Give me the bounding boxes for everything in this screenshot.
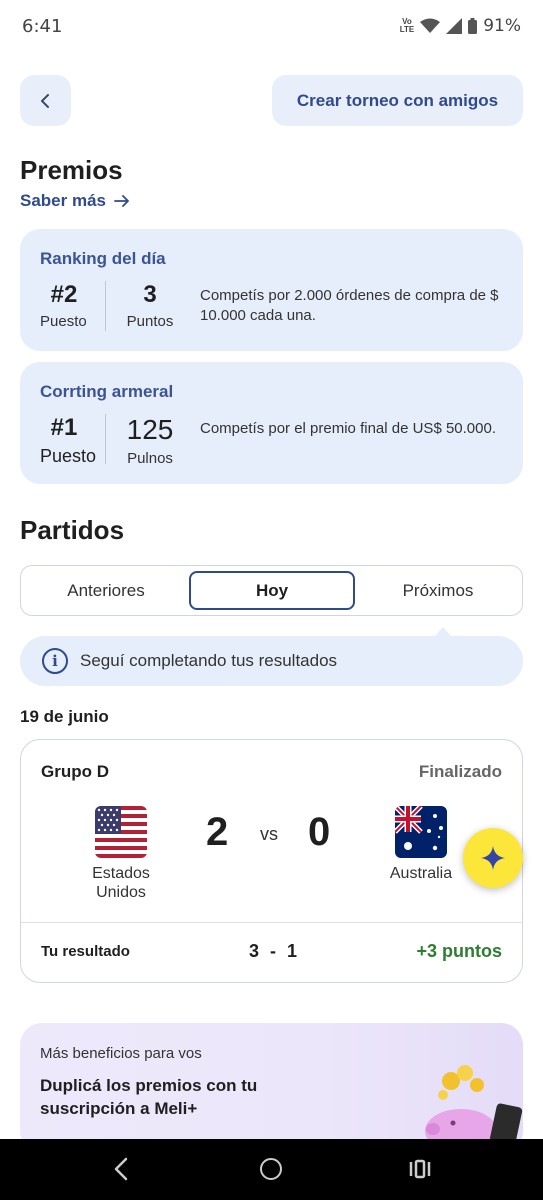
daily-ranking-card[interactable]: Ranking del día #2 Puesto 3 Puntos Compe…	[20, 229, 523, 351]
points-stat: 3 Puntos	[120, 281, 180, 330]
card-label: Corrting armeral	[40, 382, 174, 401]
points-value: 125	[126, 414, 174, 445]
learn-more-label: Saber más	[20, 191, 106, 210]
info-banner: i Seguí completando tus resultados	[20, 636, 523, 686]
position-value: #1	[50, 414, 78, 441]
position-label: Puesto	[40, 313, 87, 330]
back-button[interactable]	[20, 75, 71, 126]
match-tabs: Anteriores Hoy Próximos	[20, 565, 523, 616]
info-icon: i	[42, 648, 68, 674]
vs-label: vs	[260, 824, 278, 844]
general-ranking-card[interactable]: Corrting armeral #1 Puesto 125 Pulnos Co…	[20, 362, 523, 484]
match-card[interactable]: Grupo D Finalizado Estados Unidos 2 vs 0…	[20, 739, 523, 983]
sparkle-fab-button[interactable]	[463, 828, 523, 888]
create-tournament-button[interactable]: Crear torneo con amigos	[272, 75, 523, 126]
home-team: Estados Unidos	[66, 806, 176, 902]
battery-icon	[468, 18, 478, 34]
points-earned: +3 puntos	[416, 941, 502, 961]
match-date: 19 de junio	[20, 707, 109, 726]
meli-plus-promo-card[interactable]: Más beneficios para vos Duplicá los prem…	[20, 1023, 523, 1153]
tab-next[interactable]: Próximos	[353, 566, 523, 615]
match-status: Finalizado	[418, 762, 502, 781]
card-description: Competís por 2.000 órdenes de compra de …	[200, 287, 499, 324]
stat-divider	[105, 281, 106, 331]
matches-title: Partidos	[20, 515, 125, 545]
home-team-name: Estados Unidos	[92, 865, 150, 901]
system-nav-bar	[0, 1139, 543, 1200]
info-text: Seguí completando tus resultados	[80, 651, 338, 670]
your-result-label: Tu resultado	[41, 943, 130, 960]
position-stat: #1 Puesto	[40, 414, 110, 467]
position-stat: #2 Puesto	[40, 281, 110, 330]
signal-icon	[446, 18, 463, 34]
usa-flag-icon	[95, 806, 147, 858]
position-value: #2	[50, 281, 78, 308]
card-label: Ranking del día	[40, 249, 166, 268]
arrow-right-icon	[114, 195, 129, 207]
promo-kicker: Más beneficios para vos	[40, 1045, 202, 1062]
australia-flag-icon	[395, 806, 447, 858]
match-divider	[21, 922, 522, 923]
away-team-name: Australia	[389, 865, 453, 882]
volte-icon: Vo LTE	[399, 17, 415, 34]
chevron-left-icon	[40, 93, 49, 108]
battery-percent: 91%	[483, 16, 521, 36]
stat-divider	[105, 414, 106, 464]
nav-recents-icon[interactable]	[408, 1159, 432, 1179]
points-value: 3	[143, 281, 157, 308]
wifi-icon	[420, 18, 441, 33]
points-label: Pulnos	[127, 450, 173, 467]
status-icons: Vo LTE 91%	[400, 16, 521, 36]
prizes-title: Premios	[20, 155, 123, 185]
promo-title: Duplicá los premios con tu suscripción a…	[40, 1076, 258, 1118]
your-result: 3 - 1	[249, 941, 298, 961]
tab-previous[interactable]: Anteriores	[21, 566, 191, 615]
points-label: Puntos	[126, 313, 174, 330]
status-bar: 6:41 Vo LTE 91%	[0, 0, 543, 56]
nav-back-icon[interactable]	[112, 1157, 132, 1181]
away-team: Australia	[366, 806, 476, 883]
nav-home-icon[interactable]	[260, 1158, 282, 1180]
match-group: Grupo D	[41, 762, 109, 781]
status-time: 6:41	[22, 16, 63, 37]
sparkle-icon	[481, 846, 505, 870]
points-stat: 125 Pulnos	[120, 414, 180, 467]
card-description: Competís por el premio final de US$ 50.0…	[200, 420, 496, 437]
learn-more-link[interactable]: Saber más	[20, 191, 130, 211]
away-score: 0	[308, 810, 331, 854]
position-label: Puesto	[40, 446, 97, 466]
tab-today[interactable]: Hoy	[189, 571, 355, 610]
home-score: 2	[206, 810, 229, 854]
